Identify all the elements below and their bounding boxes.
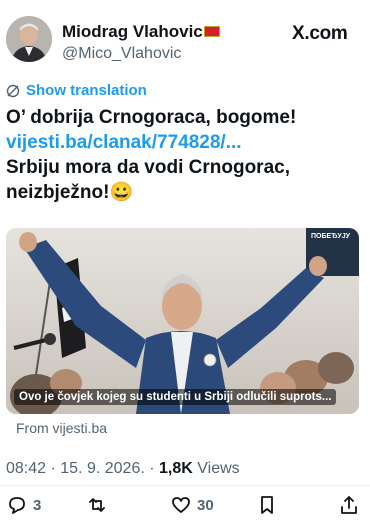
heart-icon: [172, 497, 190, 513]
views-label: Views: [197, 460, 240, 477]
tweet-line-4: neizbježno!😀: [6, 180, 356, 205]
banner-text: ПОБЕЂУЈУ: [311, 233, 351, 240]
grinning-emoji: 😀: [109, 182, 134, 203]
tweet-line-1: O’ dobrija Crnogoraca, bogome!: [6, 107, 297, 128]
reply-count: 3: [33, 496, 42, 514]
tweet-time[interactable]: 08:42: [6, 460, 46, 477]
avatar-image: [6, 16, 52, 62]
divider: [0, 485, 370, 486]
bookmark-icon: [261, 496, 273, 514]
tweet-meta: 08:42 · 15. 9. 2026. · 1,8K Views: [6, 460, 240, 478]
like-count: 30: [197, 496, 214, 514]
author-handle[interactable]: @Mico_Vlahovic: [62, 45, 181, 63]
repost-icon: [89, 498, 105, 512]
card-caption: Ovo je čovjek kojeg su studenti u Srbiji…: [14, 389, 337, 405]
montenegro-flag-icon: [203, 26, 220, 38]
meta-separator-2: ·: [144, 460, 159, 477]
show-translation-label: Show translation: [26, 82, 147, 99]
share-button[interactable]: [338, 494, 360, 516]
bookmark-button[interactable]: [256, 494, 278, 516]
platform-label: X.com: [292, 23, 348, 44]
tweet-date[interactable]: 15. 9. 2026.: [60, 460, 145, 477]
card-source[interactable]: From vijesti.ba: [16, 420, 107, 436]
reply-icon: [9, 497, 25, 514]
repost-button[interactable]: [86, 494, 108, 516]
reply-button[interactable]: 3: [6, 494, 41, 516]
article-link[interactable]: vijesti.ba/clanak/774828/...: [6, 130, 356, 155]
tweet-text: O’ dobrija Crnogoraca, bogome! vijesti.b…: [6, 105, 356, 205]
link-card-image[interactable]: ПОБЕЂУЈУ: [6, 228, 359, 414]
share-icon: [341, 496, 357, 514]
views-count: 1,8K: [159, 460, 193, 477]
author-display-name[interactable]: Miodrag Vlahovic: [62, 22, 203, 41]
translate-icon: [6, 84, 20, 97]
like-button[interactable]: 30: [170, 494, 214, 516]
tweet-line-3: Srbiju mora da vodi Crnogorac,: [6, 157, 290, 178]
meta-separator-1: ·: [46, 460, 61, 477]
avatar[interactable]: [6, 16, 52, 62]
news-photo: ПОБЕЂУЈУ: [6, 228, 359, 414]
show-translation-button[interactable]: Show translation: [6, 82, 147, 99]
action-bar: 3 30: [0, 494, 370, 518]
author-name[interactable]: Miodrag Vlahovic: [62, 22, 220, 42]
tweet-line-4-text: neizbježno!: [6, 182, 110, 203]
